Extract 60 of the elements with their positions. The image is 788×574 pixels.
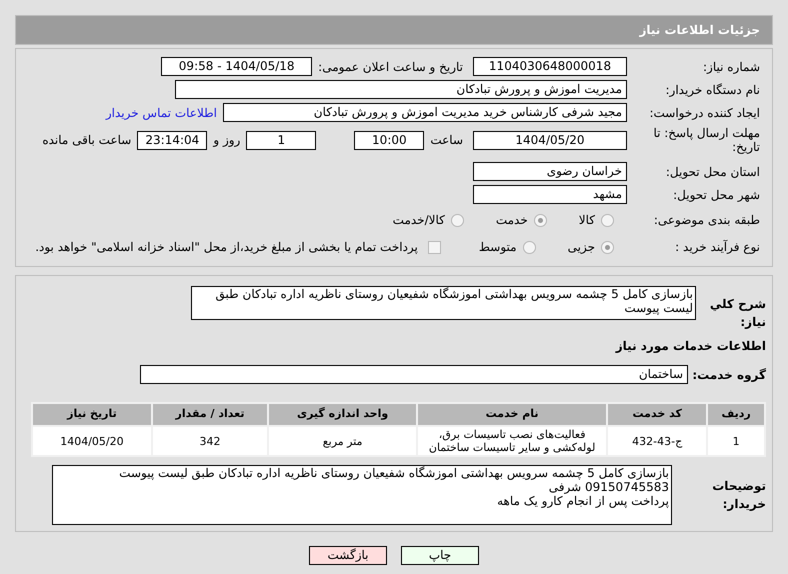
- contact-link[interactable]: اطلاعات تماس خریدار: [106, 104, 217, 122]
- table-cell: متر مربع: [268, 426, 418, 456]
- page-title: جزئیات اطلاعات نیاز: [639, 22, 760, 39]
- table-cell: ج-43-432: [607, 426, 708, 456]
- radio-button[interactable]: [534, 214, 547, 226]
- text-field[interactable]: 10:00: [354, 130, 424, 150]
- text-field[interactable]: خراسان رضوی: [473, 162, 627, 181]
- field-label: روز و: [213, 132, 240, 149]
- radio-button[interactable]: [601, 214, 614, 226]
- table-cell: فعالیت‌های نصب تاسیسات برق، لوله‌کشی و سایر تاسیسات ساختمان: [417, 426, 608, 456]
- text-field[interactable]: ساختمان: [140, 365, 688, 384]
- section-label: توضیحات خریدار:: [711, 478, 766, 513]
- countdown-field[interactable]: 23:14:04: [137, 130, 208, 150]
- column-header: تاریخ نیاز: [32, 403, 152, 426]
- text-field[interactable]: 1404/05/20: [473, 130, 627, 150]
- field-label: نام دستگاه خریدار:: [664, 82, 760, 98]
- field-label: تاریخ و ساعت اعلان عمومی:: [318, 58, 463, 76]
- field-label: ایجاد کننده درخواست:: [648, 104, 760, 122]
- section-heading: اطلاعات خدمات مورد نیاز: [614, 338, 766, 355]
- radio-button[interactable]: [522, 240, 536, 254]
- field-label: استان محل تحویل:: [664, 164, 760, 180]
- checkbox-label: پرداخت تمام یا بخشی از مبلغ خرید،از محل "اسناد خزانه اسلامی" خواهد بود.: [35, 239, 418, 256]
- text-field[interactable]: 1404/05/18 - 09:58: [161, 57, 312, 76]
- column-header: ردیف: [707, 403, 765, 426]
- notes-line: بازسازی کامل 5 چشمه سرویس بهداشتی اموزشگاه شفیعیان روستای ناظریه اداره تبادکان طبق لیست پیوست: [118, 466, 669, 480]
- back-button[interactable]: بازگشت: [309, 546, 387, 565]
- column-header: تعداد / مقدار: [152, 403, 268, 426]
- text-field[interactable]: مشهد: [473, 185, 627, 204]
- radio-label: کالا: [578, 212, 595, 229]
- field-label: مهلت ارسال پاسخ: تا تاریخ:: [652, 126, 760, 154]
- print-button[interactable]: چاپ: [401, 546, 479, 565]
- text-field[interactable]: 1104030648000018: [473, 57, 627, 76]
- notes-textarea[interactable]: بازسازی کامل 5 چشمه سرویس بهداشتی اموزشگاه شفیعیان روستای ناظریه اداره تبادکان طبق لیست پیوست 09150745583 شرفی پرداخت پس از انجام کارو یک ماهه: [52, 465, 672, 525]
- radio-button[interactable]: [450, 214, 464, 226]
- text-field[interactable]: 1: [246, 130, 316, 150]
- field-label: طبقه بندی موضوعی:: [652, 212, 760, 229]
- text-field[interactable]: مدیریت اموزش و پرورش تبادکان: [175, 80, 627, 99]
- section-label: گروه خدمت:: [691, 366, 766, 384]
- table-cell: 342: [152, 426, 268, 456]
- section-label: شرح کلي نياز:: [708, 296, 766, 331]
- column-header: کد خدمت: [607, 403, 708, 426]
- field-label: شماره نیاز:: [702, 58, 760, 76]
- radio-label: متوسط: [478, 239, 517, 256]
- column-header: نام خدمت: [417, 403, 608, 426]
- field-label: نوع فرآیند خرید :: [674, 239, 760, 256]
- column-header: واحد اندازه گیری: [268, 403, 418, 426]
- field-label: ساعت: [430, 132, 463, 149]
- notes-line: 09150745583 شرفی: [548, 480, 669, 494]
- radio-label: جزیی: [568, 239, 595, 256]
- text-field[interactable]: مجید شرفی کارشناس خرید مدیریت اموزش و پرورش تبادکان: [223, 103, 627, 122]
- radio-label: کالا/خدمت: [392, 212, 445, 229]
- summary-textarea[interactable]: بازسازی کامل 5 چشمه سرویس بهداشتی اموزشگاه شفیعیان روستای ناظریه اداره تبادکان طبق لیست پیوست: [191, 286, 696, 320]
- radio-button[interactable]: [601, 240, 614, 254]
- field-label: ساعت باقی مانده: [42, 132, 132, 149]
- table-cell: 1: [707, 426, 765, 456]
- checkbox[interactable]: [428, 240, 441, 254]
- notes-line: پرداخت پس از انجام کارو یک ماهه: [496, 494, 669, 508]
- radio-label: خدمت: [496, 212, 528, 229]
- table-cell: 1404/05/20: [32, 426, 152, 456]
- field-label: شهر محل تحویل:: [672, 186, 760, 204]
